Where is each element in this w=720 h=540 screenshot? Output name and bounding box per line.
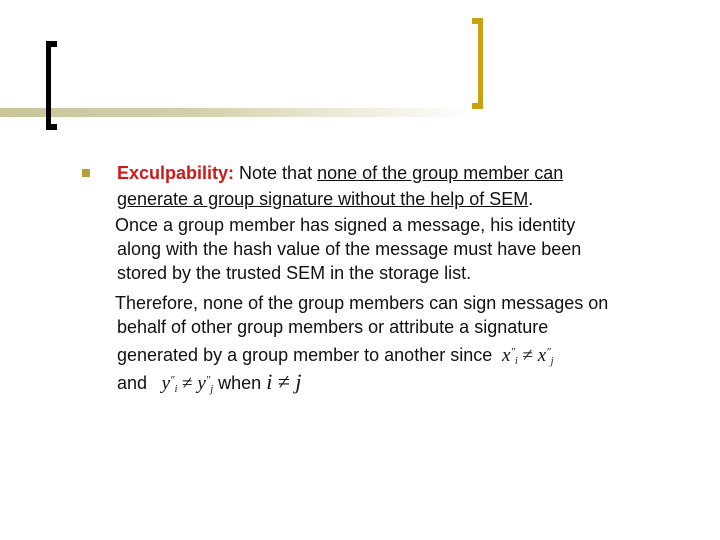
math-y-inequality: y″i ≠ y″j: [161, 373, 214, 395]
right-bracket-decoration: [472, 18, 483, 109]
bullet-line-1: Exculpability: Note that none of the gro…: [117, 163, 564, 183]
paragraph1-line-3: stored by the trusted SEM in the storage…: [117, 263, 472, 283]
underlined-text: none of the group member can: [317, 163, 564, 183]
math-x-inequality: x″i ≠ x″j: [502, 345, 554, 367]
term-label: Exculpability:: [117, 163, 235, 183]
paragraph1-line-2: along with the hash value of the message…: [117, 239, 582, 259]
title-underline-bar: [0, 108, 480, 117]
last-line: and y″i ≠ y″j when i ≠ j: [117, 369, 302, 396]
paragraph2-line-1: Therefore, none of the group members can…: [115, 293, 609, 313]
paragraph2-line-2: behalf of other group members or attribu…: [117, 317, 549, 337]
paragraph1-line-1: Once a group member has signed a message…: [115, 215, 576, 235]
left-bracket-decoration: [46, 41, 57, 130]
bullet-line-2: generate a group signature without the h…: [117, 189, 534, 209]
math-i-neq-j: i ≠ j: [266, 369, 302, 394]
square-bullet-icon: [82, 169, 90, 177]
underlined-text: generate a group signature without the h…: [117, 189, 529, 209]
